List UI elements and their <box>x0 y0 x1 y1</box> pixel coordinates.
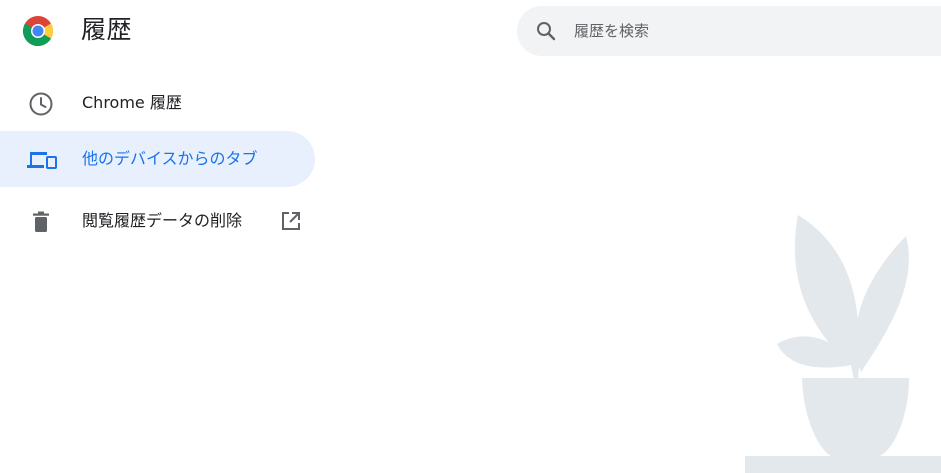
search-input[interactable]: 履歴を検索 <box>574 20 649 42</box>
sidebar-item-label: 他のデバイスからのタブ <box>82 149 258 168</box>
plant-illustration <box>745 215 941 473</box>
sidebar-item-other-devices[interactable]: 他のデバイスからのタブ <box>0 131 315 187</box>
sidebar-item-label: Chrome 履歴 <box>82 93 182 112</box>
sidebar-item-label: 閲覧履歴データの削除 <box>82 211 243 230</box>
open-in-new-icon <box>282 212 300 230</box>
search-box[interactable]: 履歴を検索 <box>517 6 941 56</box>
devices-icon <box>27 152 57 169</box>
trash-icon <box>33 211 49 232</box>
page-title: 履歴 <box>81 15 133 44</box>
clock-icon <box>29 92 53 116</box>
header: 履歴 履歴を検索 <box>0 0 941 62</box>
sidebar-item-chrome-history[interactable]: Chrome 履歴 <box>0 75 315 131</box>
history-page: 履歴 履歴を検索 Chrome 履歴 他のデバイスからのタブ 閲覧履歴データの削… <box>0 0 941 473</box>
search-icon[interactable] <box>534 19 558 43</box>
sidebar-item-clear-browsing-data[interactable]: 閲覧履歴データの削除 <box>0 193 315 249</box>
chrome-logo-icon <box>22 16 54 47</box>
